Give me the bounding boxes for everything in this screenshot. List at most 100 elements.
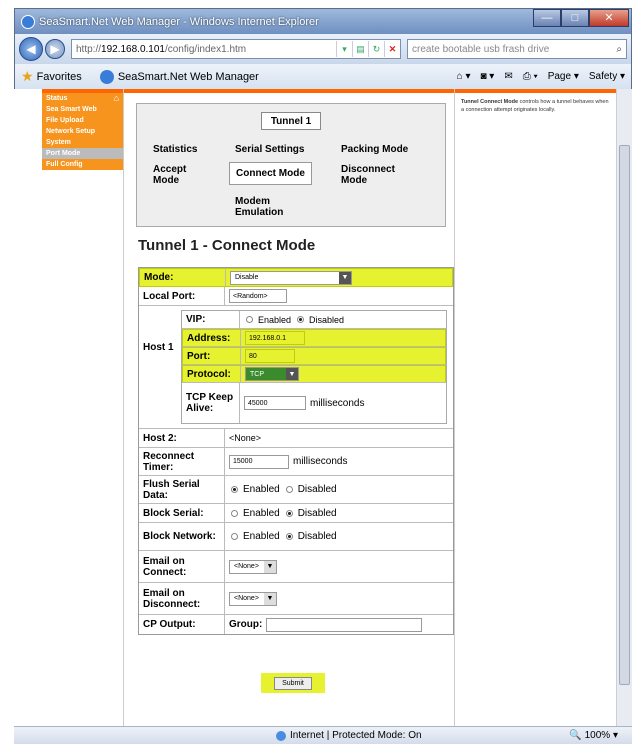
block-serial-disabled-radio[interactable] xyxy=(285,509,293,517)
zoom-level[interactable]: 🔍 100% ▾ xyxy=(569,730,618,741)
vip-enabled-label: Enabled xyxy=(258,314,292,325)
forward-button[interactable]: ▶ xyxy=(45,39,65,59)
back-button[interactable]: ◀ xyxy=(19,37,43,61)
vip-disabled-label: Disabled xyxy=(309,314,345,325)
vip-enabled-radio[interactable] xyxy=(246,316,253,323)
keepalive-unit: milliseconds xyxy=(310,397,365,409)
flush-disabled-radio[interactable] xyxy=(285,486,293,493)
address-label: Address: xyxy=(183,330,241,346)
window-title: SeaSmart.Net Web Manager - Windows Inter… xyxy=(39,15,319,28)
status-bar: Internet | Protected Mode: On 🔍 100% ▾ xyxy=(14,726,632,744)
email-disconnect-label: Email on Disconnect: xyxy=(139,583,225,614)
cp-output-label: CP Output: xyxy=(139,615,225,634)
tab-serial-settings[interactable]: Serial Settings xyxy=(235,144,304,155)
vertical-scrollbar[interactable] xyxy=(616,89,632,726)
sidenav-item-full-config[interactable]: Full Config xyxy=(42,159,123,170)
rss-icon[interactable]: ◙ ▾ xyxy=(480,71,494,82)
tab-modem-emulation[interactable]: Modem Emulation xyxy=(235,196,291,218)
mode-select[interactable]: Disable ▼ xyxy=(230,270,352,285)
chevron-down-icon: ▼ xyxy=(339,271,351,284)
reconnect-row: Reconnect Timer: 15000 milliseconds xyxy=(139,448,453,476)
local-port-row: Local Port: <Random> xyxy=(139,287,453,306)
vip-row: VIP: Enabled Disabled xyxy=(182,311,446,329)
host2-label: Host 2: xyxy=(139,429,225,447)
host1-label: Host 1 xyxy=(143,342,174,353)
host2-value[interactable]: <None> xyxy=(229,433,261,443)
flush-disabled-label: Disabled xyxy=(297,484,337,495)
close-button[interactable]: ✕ xyxy=(589,9,629,27)
search-input[interactable]: create bootable usb frash drive ⌕ xyxy=(407,39,627,59)
address-row: ◀ ▶ http://192.168.0.101/config/index1.h… xyxy=(15,34,631,64)
home-icon[interactable]: ⌂ xyxy=(114,94,119,103)
maximize-button[interactable]: □ xyxy=(561,9,589,27)
block-serial-disabled-label: Disabled xyxy=(297,507,337,519)
connect-mode-form: Mode: Disable ▼ Local Port: <Random> Host… xyxy=(138,267,454,635)
email-connect-label: Email on Connect: xyxy=(139,551,225,582)
sidenav-item-file-upload[interactable]: File Upload xyxy=(42,115,123,126)
vip-disabled-radio[interactable] xyxy=(297,316,305,323)
print-icon[interactable]: ⎙ ▾ xyxy=(523,71,538,82)
sidenav-item-port-mode[interactable]: Port Mode xyxy=(42,148,123,159)
block-network-disabled-radio[interactable] xyxy=(285,533,293,540)
tab-statistics[interactable]: Statistics xyxy=(153,144,197,155)
host2-row: Host 2: <None> xyxy=(139,429,453,448)
refresh-icon[interactable]: ↻ xyxy=(368,41,384,57)
search-icon[interactable]: ⌕ xyxy=(616,44,622,55)
block-serial-enabled-radio[interactable] xyxy=(231,509,238,517)
block-network-label: Block Network: xyxy=(139,523,225,550)
address-path: /config/index1.htm xyxy=(164,43,247,55)
side-nav: Status ⌂ Sea Smart Web File Upload Networ… xyxy=(42,89,124,726)
tab-packing-mode[interactable]: Packing Mode xyxy=(341,144,408,155)
safety-menu[interactable]: Safety ▾ xyxy=(589,71,625,82)
local-port-label: Local Port: xyxy=(139,287,225,305)
sidenav-item-seasmart-web[interactable]: Sea Smart Web xyxy=(42,104,123,115)
email-disconnect-select[interactable]: <None> ▼ xyxy=(229,591,277,606)
protocol-select[interactable]: TCP ▼ xyxy=(245,367,299,381)
tunnel-tabs: Tunnel 1 Statistics Serial Settings Pack… xyxy=(136,103,446,227)
stop-icon[interactable]: ✕ xyxy=(384,41,400,57)
zone-indicator[interactable]: Internet | Protected Mode: On xyxy=(276,730,422,741)
tab-disconnect-mode[interactable]: Disconnect Mode xyxy=(341,164,411,186)
minimize-button[interactable]: — xyxy=(533,9,561,27)
submit-button[interactable]: Submit xyxy=(274,676,312,690)
page-menu[interactable]: Page ▾ xyxy=(548,71,579,82)
port-row: Port: 80 xyxy=(182,347,446,365)
block-network-enabled-radio[interactable] xyxy=(231,533,238,540)
local-port-input[interactable]: <Random> xyxy=(229,289,287,303)
tab-accept-mode[interactable]: Accept Mode xyxy=(153,164,203,186)
favorites-star-icon[interactable]: ★ xyxy=(21,68,34,85)
group-label: Group: xyxy=(229,619,263,630)
page-heading: Tunnel 1 - Connect Mode xyxy=(138,237,316,254)
flush-row: Flush Serial Data: Enabled Disabled xyxy=(139,476,453,504)
mode-row: Mode: Disable ▼ xyxy=(139,268,453,287)
tab-connect-mode[interactable]: Connect Mode xyxy=(229,162,312,185)
group-input[interactable] xyxy=(266,617,423,632)
tunnel-1-button[interactable]: Tunnel 1 xyxy=(261,112,321,130)
favorites-button[interactable]: Favorites xyxy=(37,71,82,83)
browser-tab[interactable]: SeaSmart.Net Web Manager xyxy=(99,69,259,84)
desktop-edge xyxy=(0,0,14,744)
sidenav-item-status[interactable]: Status ⌂ xyxy=(42,93,123,104)
mail-icon[interactable]: ✉ xyxy=(504,71,512,82)
home-icon[interactable]: ⌂ ▾ xyxy=(457,71,471,82)
compat-view-icon[interactable]: ▤ xyxy=(352,41,368,57)
keepalive-input[interactable]: 45000 xyxy=(244,396,306,410)
sidenav-item-network-setup[interactable]: Network Setup xyxy=(42,126,123,137)
flush-label: Flush Serial Data: xyxy=(139,476,225,503)
keepalive-label: TCP Keep Alive: xyxy=(182,383,240,423)
address-input[interactable]: 192.168.0.1 xyxy=(245,331,305,345)
reconnect-input[interactable]: 15000 xyxy=(229,454,289,469)
reconnect-label: Reconnect Timer: xyxy=(139,448,225,475)
address-prefix: http:// xyxy=(76,43,102,55)
sidenav-item-system[interactable]: System xyxy=(42,137,123,148)
chevron-down-icon: ▼ xyxy=(264,592,276,605)
port-input[interactable]: 80 xyxy=(245,349,295,363)
page-content: Status ⌂ Sea Smart Web File Upload Networ… xyxy=(14,89,616,726)
dropdown-arrow-icon[interactable]: ▾ xyxy=(336,41,352,57)
address-bar[interactable]: http://192.168.0.101/config/index1.htm ▾… xyxy=(71,39,401,59)
flush-enabled-radio[interactable] xyxy=(231,486,238,493)
scroll-thumb[interactable] xyxy=(619,145,630,685)
mode-label: Mode: xyxy=(140,269,226,286)
tab-title: SeaSmart.Net Web Manager xyxy=(117,70,259,83)
email-connect-select[interactable]: <None> ▼ xyxy=(229,559,277,574)
